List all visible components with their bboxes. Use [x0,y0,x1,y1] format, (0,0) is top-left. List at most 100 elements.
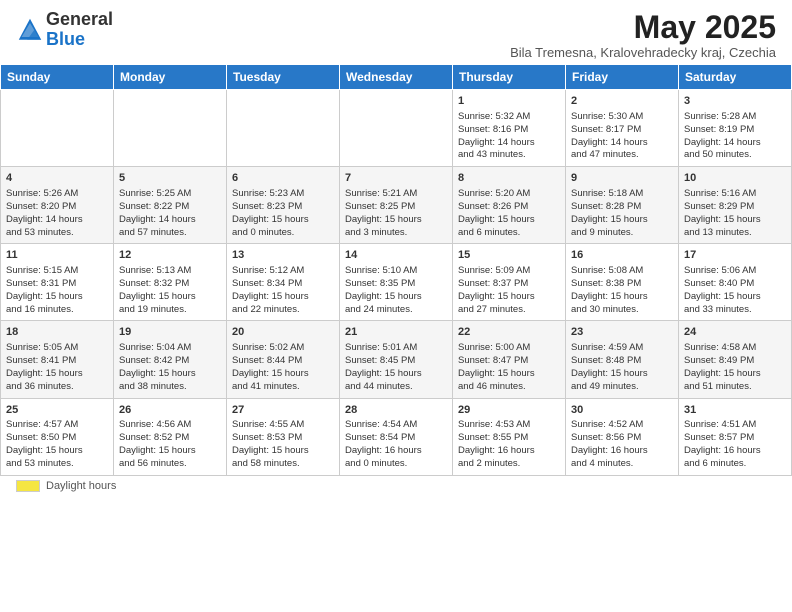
calendar-cell: 13Sunrise: 5:12 AM Sunset: 8:34 PM Dayli… [227,244,340,321]
day-info: Sunrise: 5:15 AM Sunset: 8:31 PM Dayligh… [6,265,108,316]
day-header-monday: Monday [114,65,227,90]
calendar-cell: 30Sunrise: 4:52 AM Sunset: 8:56 PM Dayli… [566,398,679,475]
calendar-cell: 15 Sunrise: 5:09 AM Sunset: 8:37 PM Dayli… [453,244,566,321]
calendar-cell: 31Sunrise: 4:51 AM Sunset: 8:57 PM Dayli… [679,398,792,475]
calendar-cell: 17 Sunrise: 5:06 AM Sunset: 8:40 PM Dayli… [679,244,792,321]
day-number: 4 [6,171,108,186]
day-number: 5 [119,171,221,186]
day-number: 21 [345,325,447,340]
day-info: Sunrise: 4:53 AM Sunset: 8:55 PM Dayligh… [458,419,560,470]
calendar-cell: 10 Sunrise: 5:16 AM Sunset: 8:29 PM Dayli… [679,167,792,244]
logo-general: General [46,10,113,30]
day-number: 20 [232,325,334,340]
day-number: 19 [119,325,221,340]
footer: Daylight hours [0,476,792,496]
header: General Blue May 2025 Bila Tremesna, Kra… [0,0,792,64]
day-number: 11 [6,248,108,263]
day-number: 25 [6,403,108,418]
calendar-cell: 3 Sunrise: 5:28 AM Sunset: 8:19 PM Daylig… [679,90,792,167]
day-header-wednesday: Wednesday [340,65,453,90]
day-number: 7 [345,171,447,186]
day-header-thursday: Thursday [453,65,566,90]
calendar-cell: 27Sunrise: 4:55 AM Sunset: 8:53 PM Dayli… [227,398,340,475]
day-info: Sunrise: 5:16 AM Sunset: 8:29 PM Dayligh… [684,188,786,239]
calendar-cell: 4 Sunrise: 5:26 AM Sunset: 8:20 PM Daylig… [1,167,114,244]
day-info: Sunrise: 4:55 AM Sunset: 8:53 PM Dayligh… [232,419,334,470]
calendar-cell: 21 Sunrise: 5:01 AM Sunset: 8:45 PM Dayli… [340,321,453,398]
day-info: Sunrise: 5:04 AM Sunset: 8:42 PM Dayligh… [119,342,221,393]
calendar-cell: 9 Sunrise: 5:18 AM Sunset: 8:28 PM Daylig… [566,167,679,244]
day-number: 26 [119,403,221,418]
calendar-cell: 20 Sunrise: 5:02 AM Sunset: 8:44 PM Dayli… [227,321,340,398]
day-info: Sunrise: 4:51 AM Sunset: 8:57 PM Dayligh… [684,419,786,470]
calendar-cell: 2 Sunrise: 5:30 AM Sunset: 8:17 PM Daylig… [566,90,679,167]
day-info: Sunrise: 5:09 AM Sunset: 8:37 PM Dayligh… [458,265,560,316]
day-info: Sunrise: 4:56 AM Sunset: 8:52 PM Dayligh… [119,419,221,470]
calendar-cell [340,90,453,167]
calendar-cell: 19 Sunrise: 5:04 AM Sunset: 8:42 PM Dayli… [114,321,227,398]
day-number: 12 [119,248,221,263]
day-number: 1 [458,94,560,109]
day-info: Sunrise: 4:52 AM Sunset: 8:56 PM Dayligh… [571,419,673,470]
day-info: Sunrise: 5:02 AM Sunset: 8:44 PM Dayligh… [232,342,334,393]
subtitle: Bila Tremesna, Kralovehradecky kraj, Cze… [510,45,776,60]
calendar-cell: 1 Sunrise: 5:32 AM Sunset: 8:16 PM Daylig… [453,90,566,167]
day-number: 17 [684,248,786,263]
day-number: 30 [571,403,673,418]
day-info: Sunrise: 5:32 AM Sunset: 8:16 PM Dayligh… [458,111,560,162]
title-section: May 2025 Bila Tremesna, Kralovehradecky … [510,10,776,60]
day-info: Sunrise: 5:12 AM Sunset: 8:34 PM Dayligh… [232,265,334,316]
day-number: 2 [571,94,673,109]
calendar-cell: 18Sunrise: 5:05 AM Sunset: 8:41 PM Dayli… [1,321,114,398]
logo: General Blue [16,10,113,50]
calendar-cell: 26Sunrise: 4:56 AM Sunset: 8:52 PM Dayli… [114,398,227,475]
day-header-sunday: Sunday [1,65,114,90]
month-title: May 2025 [510,10,776,45]
calendar-cell: 7 Sunrise: 5:21 AM Sunset: 8:25 PM Daylig… [340,167,453,244]
daylight-label: Daylight hours [46,480,116,492]
day-info: Sunrise: 5:10 AM Sunset: 8:35 PM Dayligh… [345,265,447,316]
calendar-cell [1,90,114,167]
calendar-cell: 5 Sunrise: 5:25 AM Sunset: 8:22 PM Daylig… [114,167,227,244]
day-info: Sunrise: 4:57 AM Sunset: 8:50 PM Dayligh… [6,419,108,470]
calendar-cell: 14 Sunrise: 5:10 AM Sunset: 8:35 PM Dayli… [340,244,453,321]
day-info: Sunrise: 5:23 AM Sunset: 8:23 PM Dayligh… [232,188,334,239]
day-info: Sunrise: 5:08 AM Sunset: 8:38 PM Dayligh… [571,265,673,316]
calendar-cell: 28Sunrise: 4:54 AM Sunset: 8:54 PM Dayli… [340,398,453,475]
daylight-box [16,480,40,492]
day-info: Sunrise: 5:01 AM Sunset: 8:45 PM Dayligh… [345,342,447,393]
calendar-cell: 8 Sunrise: 5:20 AM Sunset: 8:26 PM Daylig… [453,167,566,244]
day-number: 6 [232,171,334,186]
day-number: 28 [345,403,447,418]
day-number: 3 [684,94,786,109]
calendar-cell: 22Sunrise: 5:00 AM Sunset: 8:47 PM Dayli… [453,321,566,398]
day-number: 9 [571,171,673,186]
day-info: Sunrise: 5:05 AM Sunset: 8:41 PM Dayligh… [6,342,108,393]
calendar-cell: 29Sunrise: 4:53 AM Sunset: 8:55 PM Dayli… [453,398,566,475]
calendar: SundayMondayTuesdayWednesdayThursdayFrid… [0,64,792,475]
day-number: 10 [684,171,786,186]
calendar-cell: 6 Sunrise: 5:23 AM Sunset: 8:23 PM Daylig… [227,167,340,244]
logo-icon [16,16,44,44]
day-number: 14 [345,248,447,263]
day-info: Sunrise: 5:20 AM Sunset: 8:26 PM Dayligh… [458,188,560,239]
day-number: 15 [458,248,560,263]
day-info: Sunrise: 5:00 AM Sunset: 8:47 PM Dayligh… [458,342,560,393]
calendar-cell: 12Sunrise: 5:13 AM Sunset: 8:32 PM Dayli… [114,244,227,321]
day-info: Sunrise: 5:25 AM Sunset: 8:22 PM Dayligh… [119,188,221,239]
calendar-cell [227,90,340,167]
day-info: Sunrise: 5:18 AM Sunset: 8:28 PM Dayligh… [571,188,673,239]
day-number: 31 [684,403,786,418]
day-info: Sunrise: 4:54 AM Sunset: 8:54 PM Dayligh… [345,419,447,470]
day-number: 29 [458,403,560,418]
calendar-cell [114,90,227,167]
day-info: Sunrise: 5:30 AM Sunset: 8:17 PM Dayligh… [571,111,673,162]
day-info: Sunrise: 5:26 AM Sunset: 8:20 PM Dayligh… [6,188,108,239]
day-number: 23 [571,325,673,340]
day-info: Sunrise: 5:28 AM Sunset: 8:19 PM Dayligh… [684,111,786,162]
calendar-cell: 16Sunrise: 5:08 AM Sunset: 8:38 PM Dayli… [566,244,679,321]
day-info: Sunrise: 4:59 AM Sunset: 8:48 PM Dayligh… [571,342,673,393]
day-number: 8 [458,171,560,186]
day-info: Sunrise: 5:06 AM Sunset: 8:40 PM Dayligh… [684,265,786,316]
day-info: Sunrise: 5:21 AM Sunset: 8:25 PM Dayligh… [345,188,447,239]
